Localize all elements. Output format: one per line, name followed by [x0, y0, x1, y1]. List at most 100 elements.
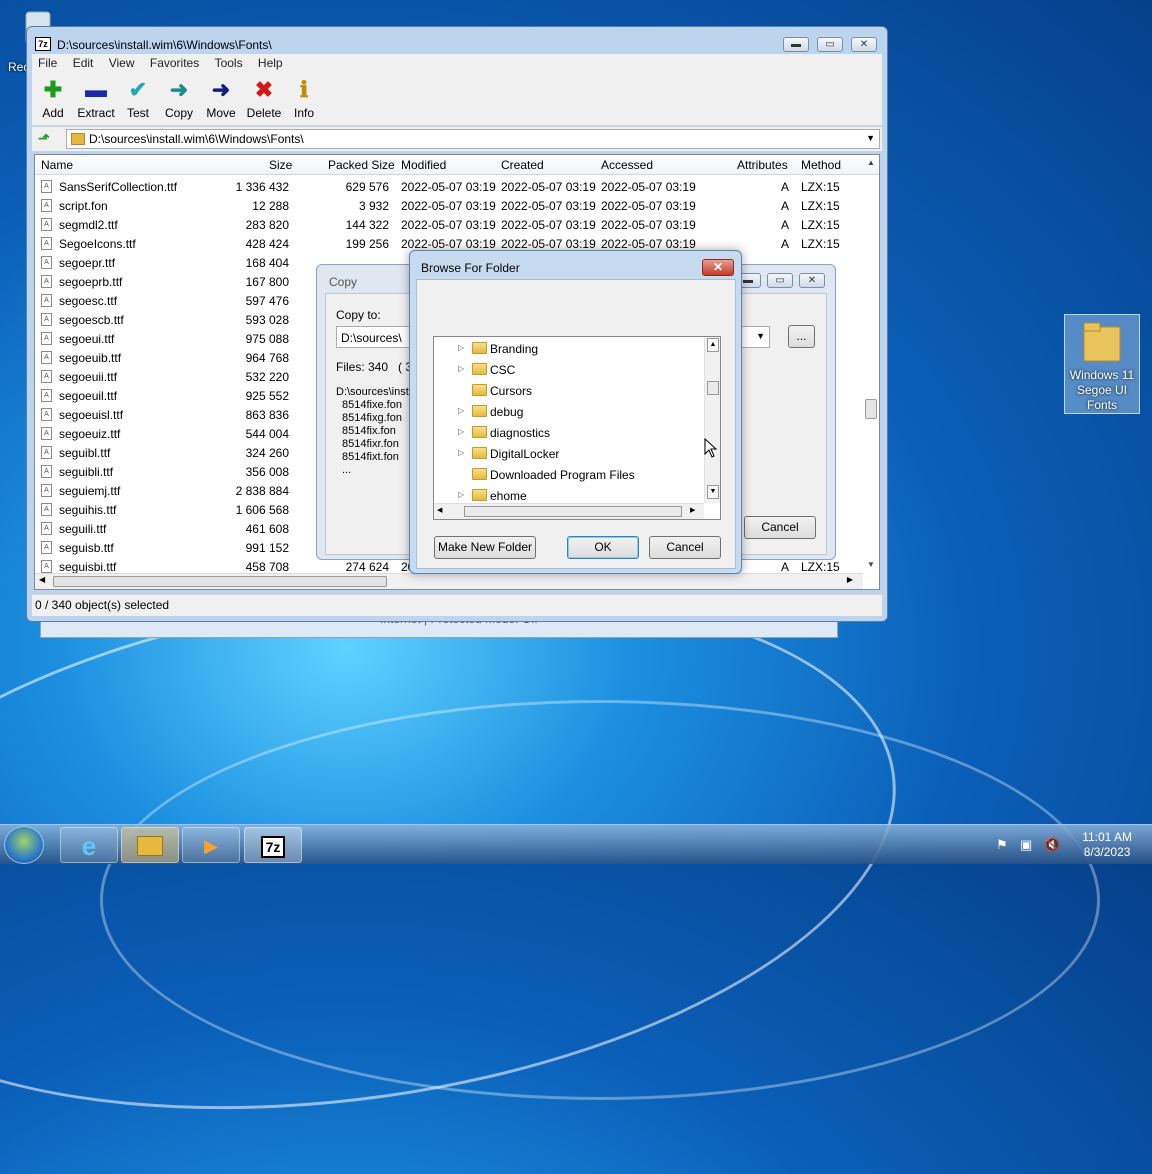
ok-button[interactable]: OK	[567, 536, 639, 559]
scroll-up-icon[interactable]: ▲	[863, 155, 879, 171]
col-accessed[interactable]: Accessed	[601, 158, 653, 172]
scroll-left-icon[interactable]: ◀	[39, 575, 45, 584]
col-attributes[interactable]: Attributes	[737, 158, 788, 172]
expand-arrow-icon[interactable]: ▷	[458, 406, 464, 415]
browse-folder-dialog[interactable]: Browse For Folder ✕ ▷ Branding ▷ CSC Cursors…	[409, 250, 742, 574]
copy-path-dropdown-icon[interactable]: ▼	[756, 331, 765, 341]
menu-help[interactable]: Help	[252, 54, 289, 72]
maximize-button[interactable]: ▭	[817, 37, 843, 52]
copy-browse-button[interactable]: ...	[788, 325, 815, 348]
tree-horizontal-scrollbar[interactable]: ◀ ▶	[434, 503, 704, 519]
scroll-down-icon[interactable]: ▼	[863, 557, 879, 573]
tree-item[interactable]: Downloaded Program Files	[434, 464, 704, 485]
horizontal-scrollbar[interactable]: ◀ ▶	[35, 573, 863, 589]
delete-button[interactable]: ✖ Delete	[246, 78, 282, 121]
scroll-right-icon[interactable]: ▶	[847, 575, 853, 584]
expand-arrow-icon[interactable]: ▷	[458, 343, 464, 352]
tree-scroll-down-icon[interactable]: ▼	[707, 485, 719, 499]
folder-icon	[472, 489, 487, 501]
copy-list-line: 8514fixg.fon	[342, 412, 402, 424]
table-row[interactable]: Asegmdl2.ttf 283 820 144 322 2022-05-07 03:…	[35, 215, 879, 234]
volume-muted-icon[interactable]: 🔇	[1044, 837, 1060, 853]
tree-item[interactable]: ▷ debug	[434, 401, 704, 422]
menu-view[interactable]: View	[103, 54, 141, 72]
test-button[interactable]: ✔ Test	[124, 78, 152, 121]
close-button[interactable]: ✕	[851, 37, 877, 52]
desktop-folder-fonts[interactable]: Windows 11 Segoe UI Fonts	[1064, 314, 1140, 414]
taskbar-7zip[interactable]: 7z	[244, 827, 302, 863]
folder-icon	[1083, 322, 1121, 362]
tree-scroll-left-icon[interactable]: ◀	[437, 506, 442, 514]
tree-scroll-right-icon[interactable]: ▶	[690, 506, 695, 514]
internet-explorer-icon: e	[81, 831, 97, 861]
menu-favorites[interactable]: Favorites	[144, 54, 205, 72]
vertical-scroll-thumb[interactable]	[865, 399, 877, 419]
copy-maximize-button[interactable]: ▭	[767, 273, 793, 288]
tree-item[interactable]: ▷ Branding	[434, 338, 704, 359]
taskbar-explorer[interactable]	[121, 827, 179, 863]
menu-edit[interactable]: Edit	[67, 54, 100, 72]
menu-tools[interactable]: Tools	[209, 54, 249, 72]
media-player-icon: ▶	[204, 836, 218, 856]
col-size[interactable]: Size	[269, 158, 292, 172]
tree-item[interactable]: ▷ CSC	[434, 359, 704, 380]
col-modified[interactable]: Modified	[401, 158, 446, 172]
start-button[interactable]	[4, 826, 44, 864]
expand-arrow-icon[interactable]: ▷	[458, 427, 464, 436]
cell-name: segoeuiz.ttf	[59, 427, 121, 441]
add-label: Add	[42, 106, 64, 120]
tree-item[interactable]: ▷ DigitalLocker	[434, 443, 704, 464]
extract-button[interactable]: ▬ Extract	[76, 78, 116, 121]
tree-hscroll-thumb[interactable]	[464, 506, 682, 517]
col-method[interactable]: Method	[801, 158, 841, 172]
tree-item[interactable]: ▷ diagnostics	[434, 422, 704, 443]
copy-close-button[interactable]: ✕	[799, 273, 825, 288]
move-label: Move	[206, 106, 236, 120]
copy-list-line: D:\sources\inst	[336, 386, 409, 398]
desktop-folder-label: Windows 11 Segoe UI Fonts	[1069, 368, 1135, 412]
action-center-flag-icon[interactable]: ⚑	[996, 837, 1008, 853]
status-text: 0 / 340 object(s) selected	[35, 598, 170, 612]
horizontal-scroll-thumb[interactable]	[53, 576, 387, 587]
font-file-icon: A	[41, 218, 52, 231]
cell-accessed: 2022-05-07 03:19	[601, 218, 696, 232]
address-field[interactable]: D:\sources\install.wim\6\Windows\Fonts\ …	[66, 129, 880, 149]
up-folder-icon[interactable]: ⬏	[38, 130, 56, 148]
font-file-icon: A	[41, 446, 52, 459]
browse-cancel-button[interactable]: Cancel	[649, 536, 721, 559]
minimize-button[interactable]: ▬	[783, 37, 809, 52]
make-new-folder-button[interactable]: Make New Folder	[434, 536, 536, 559]
expand-arrow-icon[interactable]: ▷	[458, 448, 464, 457]
clock[interactable]: 11:01 AM 8/3/2023	[1082, 830, 1132, 860]
cell-size: 532 220	[245, 370, 289, 384]
col-created[interactable]: Created	[501, 158, 544, 172]
taskbar-ie[interactable]: e	[60, 827, 118, 863]
tree-scroll-up-icon[interactable]: ▲	[707, 338, 719, 352]
copy-button[interactable]: ➜ Copy	[164, 78, 194, 121]
folder-icon	[472, 426, 487, 438]
dropdown-arrow-icon[interactable]: ▼	[866, 133, 875, 143]
copy-list-line: 8514fixe.fon	[342, 399, 402, 411]
expand-arrow-icon[interactable]: ▷	[458, 490, 464, 499]
info-label: Info	[293, 106, 314, 120]
tree-item[interactable]: Cursors	[434, 380, 704, 401]
font-file-icon: A	[41, 541, 52, 554]
col-packed-size[interactable]: Packed Size	[328, 158, 395, 172]
tree-vertical-scrollbar[interactable]: ▲ ▼	[704, 337, 720, 503]
move-button[interactable]: ➜ Move	[205, 78, 237, 121]
network-icon[interactable]: ▣	[1020, 837, 1032, 853]
font-file-icon: A	[41, 465, 52, 478]
tree-scroll-thumb[interactable]	[707, 381, 719, 395]
cell-method: LZX:15	[801, 180, 840, 194]
add-button[interactable]: ✚ Add	[40, 78, 66, 121]
browse-close-button[interactable]: ✕	[702, 259, 734, 276]
folder-tree[interactable]: ▷ Branding ▷ CSC Cursors ▷ debug ▷ diagnostics ▷ D…	[433, 336, 721, 520]
taskbar-media-player[interactable]: ▶	[182, 827, 240, 863]
info-button[interactable]: ℹ Info	[292, 78, 316, 121]
col-name[interactable]: Name	[41, 158, 73, 172]
expand-arrow-icon[interactable]: ▷	[458, 364, 464, 373]
table-row[interactable]: Ascript.fon 12 288 3 932 2022-05-07 03:19 20…	[35, 196, 879, 215]
copy-cancel-button[interactable]: Cancel	[744, 516, 816, 539]
menu-file[interactable]: File	[32, 54, 63, 72]
table-row[interactable]: A SansSerifCollection.ttf 1 336 432 629 576…	[35, 177, 879, 196]
